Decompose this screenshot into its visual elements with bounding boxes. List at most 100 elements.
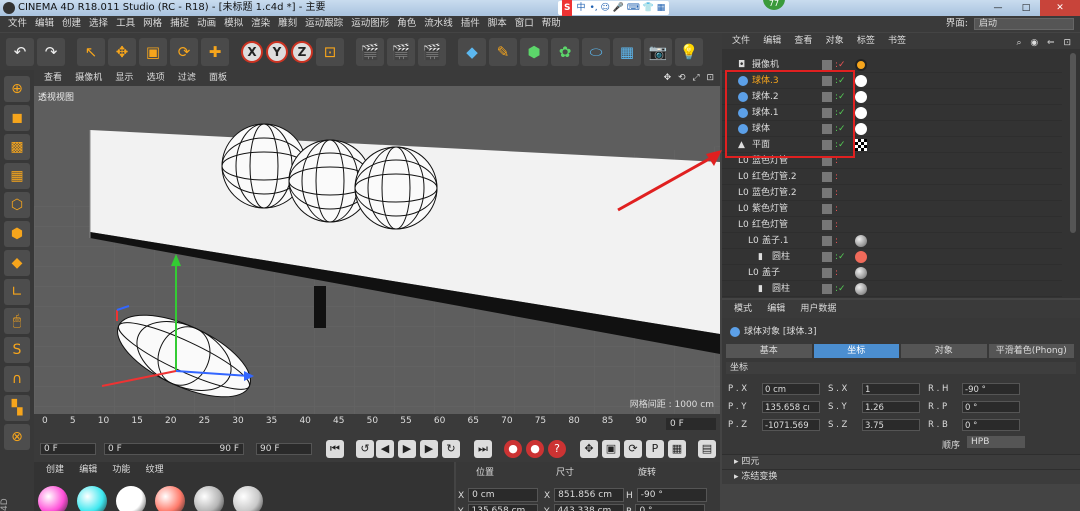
layer-icon[interactable] bbox=[822, 60, 832, 70]
axis-mode-icon[interactable]: ∟ bbox=[4, 279, 30, 305]
key-rotation-icon[interactable]: ⟳ bbox=[624, 440, 642, 458]
menu-render[interactable]: 渲染 bbox=[251, 18, 270, 29]
coord-value[interactable]: 135.658 cı bbox=[762, 400, 820, 413]
pen-icon[interactable]: ✎ bbox=[489, 37, 517, 66]
camera-icon[interactable]: 📷 bbox=[644, 37, 672, 66]
play-icon[interactable]: ▶ bbox=[398, 440, 416, 458]
material-tag-icon[interactable] bbox=[855, 267, 867, 279]
menu-mograph[interactable]: 运动图形 bbox=[351, 18, 389, 29]
lock-workplane-icon[interactable]: ▚ bbox=[4, 395, 30, 421]
object-name[interactable]: 红色灯管.2 bbox=[752, 169, 797, 185]
material-tag-icon[interactable] bbox=[855, 123, 867, 135]
material-tag-icon[interactable] bbox=[855, 283, 867, 295]
coord-manager-field[interactable]: X0 cm bbox=[458, 488, 539, 502]
menu-mesh[interactable]: 网格 bbox=[143, 18, 162, 29]
coord-field[interactable]: S . X 1 bbox=[828, 382, 920, 396]
menu-window[interactable]: 窗口 bbox=[515, 18, 534, 29]
object-row[interactable]: ▮ 圆柱:✓ bbox=[722, 281, 1062, 297]
next-key-icon[interactable]: ↻ bbox=[442, 440, 460, 458]
om-menu-object[interactable]: 对象 bbox=[826, 36, 844, 46]
object-row[interactable]: L0 红色灯管: bbox=[722, 217, 1062, 233]
material-ball[interactable] bbox=[38, 486, 68, 511]
undo-icon[interactable]: ↶ bbox=[6, 37, 34, 66]
object-row[interactable]: L0 盖子: bbox=[722, 265, 1062, 281]
axis-value[interactable]: -90 ° bbox=[636, 488, 707, 502]
om-menu-view[interactable]: 查看 bbox=[794, 36, 812, 46]
visibility-dots-icon[interactable]: : bbox=[835, 185, 838, 201]
object-name[interactable]: 盖子 bbox=[762, 265, 780, 281]
visibility-dots-icon[interactable]: : bbox=[835, 169, 838, 185]
minimize-button[interactable]: — bbox=[984, 0, 1012, 16]
object-name[interactable]: 蓝色灯管.2 bbox=[752, 185, 797, 201]
coord-field[interactable]: R . B 0 ° bbox=[928, 418, 1020, 432]
workplane-grid-icon[interactable]: ▦ bbox=[4, 163, 30, 189]
x-axis-lock-icon[interactable]: X bbox=[241, 40, 263, 63]
om-search-icons[interactable]: ⌕ ◉ ⇐ ⊡ bbox=[1016, 35, 1074, 51]
coord-value[interactable]: -1071.569 bbox=[762, 418, 820, 431]
menu-animate[interactable]: 动画 bbox=[197, 18, 216, 29]
deformer-icon[interactable]: ⬭ bbox=[582, 37, 610, 66]
magnet-icon[interactable]: ∩ bbox=[4, 366, 30, 392]
menu-edit[interactable]: 编辑 bbox=[35, 18, 54, 29]
vp-menu-display[interactable]: 显示 bbox=[115, 73, 133, 83]
close-button[interactable]: ✕ bbox=[1040, 0, 1080, 16]
menu-tools[interactable]: 工具 bbox=[116, 18, 135, 29]
key-scale-icon[interactable]: ▣ bbox=[602, 440, 620, 458]
render-picture-viewer-icon[interactable]: 🎬 bbox=[387, 37, 415, 66]
notification-badge[interactable]: 77 bbox=[763, 0, 785, 10]
object-row[interactable]: L0 盖子.1: bbox=[722, 233, 1062, 249]
next-frame-icon[interactable]: ▶ bbox=[420, 440, 438, 458]
mat-menu-edit[interactable]: 编辑 bbox=[79, 465, 97, 475]
redo-icon[interactable]: ↷ bbox=[37, 37, 65, 66]
cloner-icon[interactable]: ✿ bbox=[551, 37, 579, 66]
maximize-button[interactable]: □ bbox=[1012, 0, 1040, 16]
coord-field[interactable]: S . Y 1.26 bbox=[828, 400, 920, 414]
material-tag-icon[interactable] bbox=[855, 107, 867, 119]
axis-value[interactable]: 0 cm bbox=[468, 488, 539, 502]
mat-menu-texture[interactable]: 纹理 bbox=[146, 465, 164, 475]
material-tag-icon[interactable] bbox=[855, 139, 867, 151]
autokey-icon[interactable]: ● bbox=[526, 440, 544, 458]
material-ball[interactable] bbox=[155, 486, 185, 511]
menu-file[interactable]: 文件 bbox=[8, 18, 27, 29]
object-row[interactable]: ▮ 圆柱:✓ bbox=[722, 249, 1062, 265]
vp-menu-panel[interactable]: 面板 bbox=[209, 73, 227, 83]
material-tag-icon[interactable] bbox=[855, 59, 867, 71]
key-param-icon[interactable]: P bbox=[646, 440, 664, 458]
render-view-icon[interactable]: 🎬 bbox=[356, 37, 384, 66]
scale-tool-icon[interactable]: ▣ bbox=[139, 37, 167, 66]
floor-icon[interactable]: ▦ bbox=[613, 37, 641, 66]
object-name[interactable]: 红色灯管 bbox=[752, 217, 788, 233]
vp-menu-options[interactable]: 选项 bbox=[147, 73, 165, 83]
ime-tools[interactable]: •, ☺ 🎤 ⌨ 👕 ▦ bbox=[590, 0, 666, 16]
coord-manager-field[interactable]: H -90 ° bbox=[626, 488, 707, 502]
menu-simulate[interactable]: 模拟 bbox=[224, 18, 243, 29]
visibility-dots-icon[interactable]: : bbox=[835, 265, 838, 281]
range-slider[interactable]: 0 F 90 F bbox=[104, 443, 244, 455]
tab-coord[interactable]: 坐标 bbox=[813, 344, 899, 358]
edges-mode-icon[interactable]: ⬢ bbox=[4, 221, 30, 247]
axis-value[interactable]: 851.856 cm bbox=[554, 488, 625, 502]
layer-icon[interactable] bbox=[822, 188, 832, 198]
layer-icon[interactable] bbox=[822, 268, 832, 278]
material-ball[interactable] bbox=[233, 486, 263, 511]
menu-select[interactable]: 选择 bbox=[89, 18, 108, 29]
quaternion-group[interactable]: ▸ 四元 bbox=[722, 454, 1080, 469]
y-axis-lock-icon[interactable]: Y bbox=[266, 40, 288, 63]
key-position-icon[interactable]: ✥ bbox=[580, 440, 598, 458]
visibility-dots-icon[interactable]: : bbox=[835, 201, 838, 217]
menu-snap[interactable]: 捕捉 bbox=[170, 18, 189, 29]
menu-sculpt[interactable]: 雕刻 bbox=[278, 18, 297, 29]
object-name[interactable]: 圆柱 bbox=[772, 249, 790, 265]
perspective-viewport[interactable]: 透视视图 网格间距 : 1000 cm bbox=[34, 86, 720, 414]
model-mode-icon[interactable]: ◼ bbox=[4, 105, 30, 131]
tab-object[interactable]: 对象 bbox=[901, 344, 987, 358]
end-frame-field[interactable]: 90 F bbox=[256, 443, 312, 455]
layer-icon[interactable] bbox=[822, 252, 832, 262]
layout-select[interactable]: 启动 bbox=[974, 18, 1074, 30]
layer-icon[interactable] bbox=[822, 284, 832, 294]
order-select[interactable]: HPB bbox=[967, 436, 1025, 448]
record-icon[interactable]: ● bbox=[504, 440, 522, 458]
vp-menu-camera[interactable]: 摄像机 bbox=[75, 73, 102, 83]
menu-motion-tracker[interactable]: 运动跟踪 bbox=[305, 18, 343, 29]
